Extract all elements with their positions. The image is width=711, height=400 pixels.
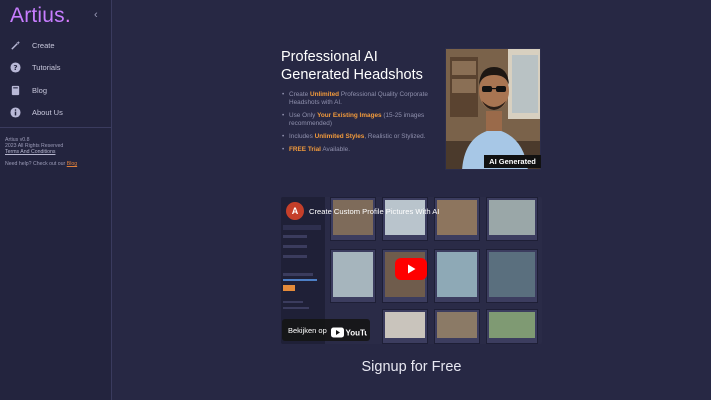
- list-item: Use Only Your Existing Images (15-25 ima…: [282, 112, 444, 128]
- feature-list: Create Unlimited Professional Quality Co…: [282, 91, 444, 160]
- magic-wand-icon: [10, 40, 21, 51]
- video-grid-tile: [330, 197, 376, 241]
- video-grid-tile: [382, 197, 428, 241]
- video-grid-tile: [434, 197, 480, 241]
- play-icon: [408, 264, 416, 274]
- video-title[interactable]: Create Custom Profile Pictures With AI: [309, 207, 439, 216]
- collapse-sidebar-icon[interactable]: ‹: [94, 9, 98, 21]
- sidebar: Artius. ‹ Create ? Tutorials Blog About …: [0, 0, 112, 400]
- blog-link[interactable]: Blog: [67, 161, 77, 167]
- headshot-image: [445, 48, 541, 170]
- sidebar-item-blog[interactable]: Blog: [0, 79, 112, 102]
- app-logo[interactable]: Artius.: [10, 4, 71, 28]
- video-grid-tile: [434, 249, 480, 303]
- sidebar-item-about-us[interactable]: About Us: [0, 102, 112, 125]
- signup-button[interactable]: Signup for Free: [281, 359, 542, 375]
- sidebar-item-label: Create: [32, 40, 55, 50]
- list-item: Includes Unlimited Styles, Realistic or …: [282, 133, 444, 141]
- youtube-logo-icon: YouTube: [331, 325, 379, 338]
- video-grid-tile: [382, 309, 428, 344]
- help-text: Need help? Check out our Blog: [5, 160, 78, 167]
- play-button[interactable]: [395, 258, 427, 280]
- sidebar-nav: Create ? Tutorials Blog About Us: [0, 34, 112, 124]
- terms-link[interactable]: Terms And Conditions: [5, 149, 109, 155]
- help-circle-icon: ?: [10, 62, 21, 73]
- watch-on-label: Bekijken op: [288, 326, 327, 335]
- watch-on-youtube-button[interactable]: Bekijken op YouTube: [282, 319, 379, 341]
- svg-text:?: ?: [13, 63, 17, 72]
- video-grid-tile: [434, 309, 480, 344]
- sidebar-item-label: About Us: [32, 108, 63, 118]
- sidebar-footer: Artius v0.8 2023 All Rights Reserved Ter…: [5, 137, 109, 167]
- page-title: Professional AI Generated Headshots: [281, 49, 423, 83]
- sidebar-item-label: Blog: [32, 85, 48, 95]
- book-icon: [10, 85, 21, 96]
- ai-generated-badge: AI Generated: [484, 155, 541, 168]
- video-grid-tile: [486, 197, 538, 241]
- channel-avatar[interactable]: A: [286, 202, 304, 220]
- video-grid-tile: [486, 249, 538, 303]
- info-icon: [10, 107, 21, 118]
- video-grid-tile: [330, 249, 376, 303]
- sidebar-item-label: Tutorials: [32, 63, 61, 73]
- video-grid-tile: [486, 309, 538, 344]
- sidebar-divider: [0, 127, 112, 128]
- list-item: Create Unlimited Professional Quality Co…: [282, 91, 444, 107]
- sidebar-item-create[interactable]: Create: [0, 34, 112, 57]
- svg-text:YouTube: YouTube: [346, 329, 368, 338]
- sidebar-item-tutorials[interactable]: ? Tutorials: [0, 57, 112, 80]
- list-item: FREE Trial Available.: [282, 146, 444, 154]
